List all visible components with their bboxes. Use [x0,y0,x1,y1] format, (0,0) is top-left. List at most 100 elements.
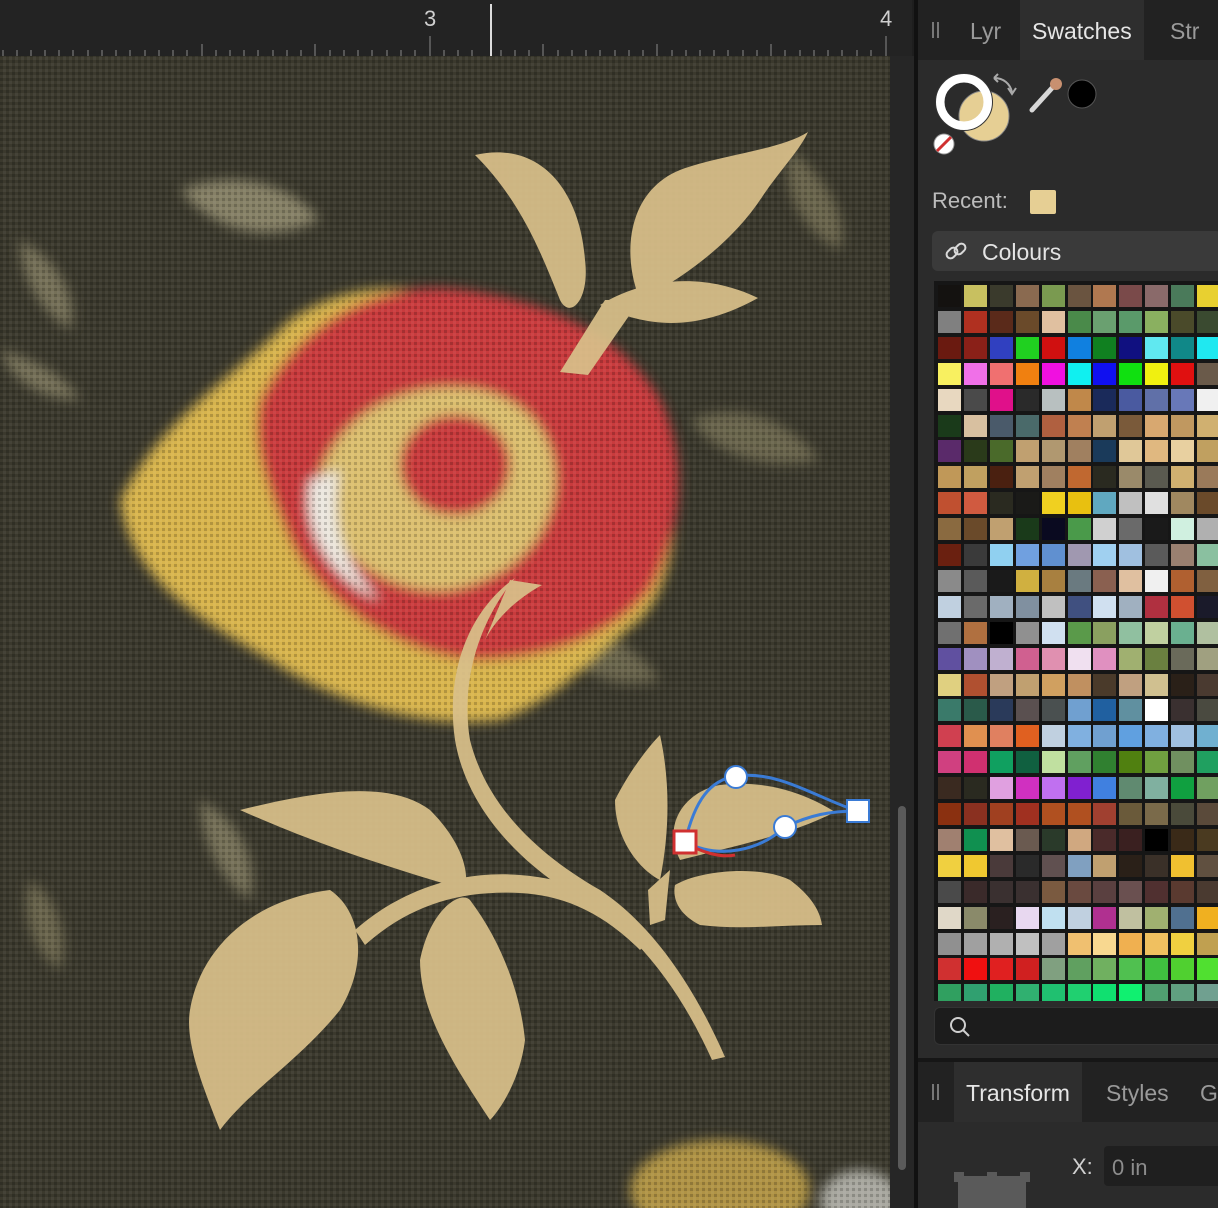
color-swatch[interactable] [963,777,987,800]
color-swatch[interactable] [1171,673,1195,696]
color-swatch[interactable] [1145,932,1169,955]
color-swatch[interactable] [1197,310,1218,333]
tab-styles[interactable]: Styles [1094,1062,1181,1122]
color-swatch[interactable] [938,803,961,825]
color-swatch[interactable] [938,932,961,955]
color-swatch[interactable] [1171,777,1195,800]
color-swatch[interactable] [963,725,987,748]
fill-stroke-selector[interactable] [932,70,1112,160]
color-swatch[interactable] [1067,414,1091,437]
color-swatch[interactable] [1171,595,1195,618]
color-swatch[interactable] [1171,414,1195,437]
color-swatch[interactable] [1093,828,1117,851]
color-swatch[interactable] [1197,388,1218,411]
color-swatch[interactable] [1171,984,1195,1001]
swatch-grid[interactable] [934,281,1218,1001]
color-swatch[interactable] [963,414,987,437]
color-swatch[interactable] [1067,595,1091,618]
color-swatch[interactable] [1119,854,1143,877]
color-swatch[interactable] [938,958,961,981]
color-swatch[interactable] [938,492,961,515]
color-swatch[interactable] [1093,285,1117,307]
color-swatch[interactable] [1067,725,1091,748]
color-swatch[interactable] [1041,466,1065,489]
color-swatch[interactable] [1067,751,1091,774]
color-swatch[interactable] [1015,336,1039,359]
color-swatch[interactable] [1145,569,1169,592]
color-swatch[interactable] [963,569,987,592]
color-swatch[interactable] [1171,285,1195,307]
color-swatch[interactable] [1145,958,1169,981]
color-swatch[interactable] [1093,621,1117,644]
color-swatch[interactable] [1119,336,1143,359]
color-swatch[interactable] [1145,803,1169,825]
color-swatch[interactable] [963,984,987,1001]
color-swatch[interactable] [1067,388,1091,411]
color-swatch[interactable] [1197,518,1218,541]
color-swatch[interactable] [1015,725,1039,748]
color-swatch[interactable] [1015,854,1039,877]
color-swatch[interactable] [1197,725,1218,748]
tab-stroke[interactable]: Str [1158,0,1211,60]
color-swatch[interactable] [1145,310,1169,333]
color-swatch[interactable] [1119,285,1143,307]
color-swatch[interactable] [1093,518,1117,541]
color-swatch[interactable] [989,310,1013,333]
color-swatch[interactable] [1119,725,1143,748]
color-swatch[interactable] [1041,388,1065,411]
color-swatch[interactable] [1171,388,1195,411]
color-swatch[interactable] [1197,362,1218,385]
color-swatch[interactable] [1041,880,1065,903]
color-swatch[interactable] [1067,310,1091,333]
color-swatch[interactable] [1197,932,1218,955]
color-swatch[interactable] [1041,414,1065,437]
color-swatch[interactable] [1015,362,1039,385]
color-swatch[interactable] [1067,932,1091,955]
eyedropper-icon[interactable] [1029,78,1062,113]
color-swatch[interactable] [1119,803,1143,825]
color-swatch[interactable] [963,285,987,307]
color-swatch[interactable] [963,751,987,774]
panel-grip-icon-bottom[interactable] [932,1084,940,1100]
color-swatch[interactable] [1145,673,1169,696]
color-swatch[interactable] [938,647,961,670]
palette-selector[interactable]: Colours [932,231,1218,271]
color-swatch[interactable] [989,595,1013,618]
color-swatch[interactable] [1093,569,1117,592]
color-swatch[interactable] [1015,984,1039,1001]
color-swatch[interactable] [1197,595,1218,618]
color-swatch[interactable] [963,466,987,489]
color-swatch[interactable] [963,673,987,696]
color-swatch[interactable] [938,388,961,411]
swap-colors-icon[interactable] [993,73,1017,96]
color-swatch[interactable] [1015,673,1039,696]
color-swatch[interactable] [1093,854,1117,877]
color-swatch[interactable] [1093,725,1117,748]
color-swatch[interactable] [1041,595,1065,618]
color-swatch[interactable] [1119,958,1143,981]
color-swatch[interactable] [1171,518,1195,541]
color-swatch[interactable] [1145,285,1169,307]
color-swatch[interactable] [1119,880,1143,903]
color-swatch[interactable] [1093,803,1117,825]
color-swatch[interactable] [989,673,1013,696]
color-swatch[interactable] [1041,492,1065,515]
color-swatch[interactable] [938,569,961,592]
color-swatch[interactable] [1041,569,1065,592]
tab-swatches[interactable]: Swatches [1020,0,1144,60]
color-swatch[interactable] [1197,336,1218,359]
color-swatch[interactable] [989,932,1013,955]
color-swatch[interactable] [1067,362,1091,385]
color-swatch[interactable] [1197,673,1218,696]
color-swatch[interactable] [989,854,1013,877]
color-swatch[interactable] [1041,518,1065,541]
color-swatch[interactable] [1041,828,1065,851]
canvas-vertical-scrollbar[interactable] [890,56,914,1208]
color-swatch[interactable] [1145,854,1169,877]
color-swatch[interactable] [989,362,1013,385]
color-swatch[interactable] [963,492,987,515]
color-swatch[interactable] [1119,828,1143,851]
color-swatch[interactable] [1015,569,1039,592]
color-swatch[interactable] [963,932,987,955]
color-swatch[interactable] [938,673,961,696]
